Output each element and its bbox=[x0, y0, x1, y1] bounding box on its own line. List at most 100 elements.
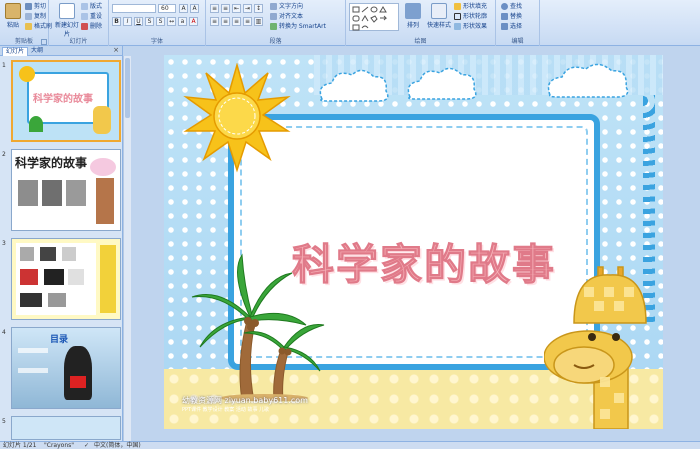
clipboard-launcher[interactable] bbox=[41, 39, 47, 45]
current-slide[interactable]: 科学家的故事 幼教资源网 ziyuan.baby611.com PPT课件 教学… bbox=[164, 55, 663, 429]
thumb-number: 5 bbox=[2, 418, 6, 425]
appliance-image bbox=[48, 293, 66, 307]
shapes-gallery[interactable] bbox=[349, 3, 399, 31]
footer-subtitle: PPT课件 教学设计 教案 活动 故事 儿歌 bbox=[182, 407, 270, 413]
slide-thumbnail-2[interactable]: 科学家的故事 bbox=[11, 149, 121, 231]
copy-icon bbox=[25, 13, 32, 20]
slide-thumbnail-1[interactable]: 科学家的故事 bbox=[11, 60, 121, 142]
increase-indent-button[interactable]: ⇥ bbox=[243, 4, 252, 13]
slide-thumbnail-4[interactable]: 目录 bbox=[11, 327, 121, 409]
slides-pane: 幻灯片 大纲 × 1 科学家的故事 2 科学家的故事 3 4 目录 5 bbox=[0, 46, 123, 441]
text-direction-icon bbox=[270, 3, 277, 10]
grow-font-button[interactable]: A bbox=[179, 4, 188, 13]
delete-icon bbox=[81, 23, 88, 30]
figure-image bbox=[96, 178, 114, 224]
shape-fill-button[interactable]: 形状填充 bbox=[454, 2, 487, 11]
delete-slide-button[interactable]: 删除 bbox=[81, 22, 102, 31]
portrait-image bbox=[66, 180, 86, 206]
select-icon bbox=[501, 23, 508, 30]
paste-button[interactable]: 粘贴 bbox=[2, 3, 24, 29]
thumb-number: 2 bbox=[2, 151, 6, 158]
slide-count-status: 幻灯片 1/21 bbox=[3, 442, 37, 449]
shadow-button[interactable]: S bbox=[156, 17, 165, 26]
shape-effects-button[interactable]: 形状效果 bbox=[454, 22, 487, 31]
drawing-group: 排列 快速样式 形状填充 形状轮廓 形状效果 绘图 bbox=[346, 0, 496, 46]
change-case-button[interactable]: a bbox=[178, 17, 187, 26]
mickey-shorts bbox=[70, 376, 86, 388]
giraffe-icon bbox=[544, 266, 647, 429]
find-button[interactable]: 查找 bbox=[501, 2, 522, 11]
effects-icon bbox=[454, 23, 461, 30]
reset-icon bbox=[81, 13, 88, 20]
scissors-icon bbox=[25, 3, 32, 10]
speech-bubble-image bbox=[90, 158, 116, 176]
smartart-button[interactable]: 转换为 SmartArt bbox=[270, 22, 326, 31]
appliance-image bbox=[20, 247, 34, 261]
select-button[interactable]: 选择 bbox=[501, 22, 522, 31]
thumb-title: 科学家的故事 bbox=[33, 94, 93, 105]
new-slide-button[interactable]: 新建幻灯片 bbox=[54, 3, 80, 38]
copy-button[interactable]: 复制 bbox=[25, 12, 46, 21]
arrange-button[interactable]: 排列 bbox=[404, 3, 422, 29]
sun-icon bbox=[183, 63, 291, 173]
font-color-button[interactable]: A bbox=[189, 17, 198, 26]
shape-outline-button[interactable]: 形状轮廓 bbox=[454, 12, 487, 21]
status-bar: 幻灯片 1/21 "Crayons" ✓ 中文(简体，中国) bbox=[0, 441, 700, 449]
align-text-button[interactable]: 对齐文本 bbox=[270, 12, 303, 21]
fill-icon bbox=[454, 3, 461, 10]
tab-outline[interactable]: 大纲 bbox=[28, 47, 46, 56]
appliance-image bbox=[68, 269, 84, 285]
underline-button[interactable]: U bbox=[134, 17, 143, 26]
group-label-font: 字体 bbox=[150, 38, 163, 45]
text-direction-button[interactable]: 文字方向 bbox=[270, 2, 303, 11]
italic-button[interactable]: I bbox=[123, 17, 132, 26]
layout-button[interactable]: 版式 bbox=[81, 2, 102, 11]
outline-icon bbox=[454, 13, 461, 20]
format-painter-button[interactable]: 格式刷 bbox=[25, 22, 52, 31]
decrease-indent-button[interactable]: ⇤ bbox=[232, 4, 241, 13]
slide-thumbnail-5[interactable] bbox=[11, 416, 121, 440]
reset-button[interactable]: 重设 bbox=[81, 12, 102, 21]
new-slide-icon bbox=[59, 3, 75, 19]
bullets-button[interactable]: ≡ bbox=[210, 4, 219, 13]
columns-button[interactable]: ▥ bbox=[254, 17, 263, 26]
arrange-icon bbox=[405, 3, 421, 19]
numbering-button[interactable]: ≡ bbox=[221, 4, 230, 13]
spellcheck-icon[interactable]: ✓ bbox=[84, 442, 89, 449]
sun-icon bbox=[19, 66, 35, 82]
slide-thumbnail-3[interactable] bbox=[11, 238, 121, 320]
find-icon bbox=[501, 3, 508, 10]
mickey-image bbox=[64, 346, 92, 400]
font-name-select[interactable] bbox=[112, 4, 156, 13]
smartart-icon bbox=[270, 23, 277, 30]
group-label-drawing: 绘图 bbox=[414, 38, 427, 45]
language-status: 中文(简体，中国) bbox=[94, 442, 141, 449]
portrait-image bbox=[42, 180, 62, 206]
justify-button[interactable]: ≡ bbox=[243, 17, 252, 26]
align-left-button[interactable]: ≡ bbox=[210, 17, 219, 26]
appliance-image bbox=[62, 247, 76, 261]
replace-button[interactable]: 替换 bbox=[501, 12, 522, 21]
shrink-font-button[interactable]: A bbox=[190, 4, 199, 13]
cut-button[interactable]: 剪切 bbox=[25, 2, 46, 11]
brush-icon bbox=[25, 23, 32, 30]
line-spacing-button[interactable]: ↕ bbox=[254, 4, 263, 13]
align-center-button[interactable]: ≡ bbox=[221, 17, 230, 26]
group-label-slides: 幻灯片 bbox=[69, 38, 88, 45]
tab-slides[interactable]: 幻灯片 bbox=[2, 47, 29, 56]
strikethrough-button[interactable]: S bbox=[145, 17, 154, 26]
slide-editor: 科学家的故事 幼教资源网 ziyuan.baby611.com PPT课件 教学… bbox=[131, 46, 700, 441]
bold-button[interactable]: B bbox=[112, 17, 121, 26]
footer-url: 幼教资源网 ziyuan.baby611.com bbox=[182, 396, 308, 405]
menu-line bbox=[18, 348, 48, 353]
quick-styles-button[interactable]: 快速样式 bbox=[426, 3, 452, 29]
font-size-select[interactable]: 60 bbox=[158, 4, 176, 13]
align-right-button[interactable]: ≡ bbox=[232, 17, 241, 26]
appliance-image bbox=[20, 269, 38, 285]
quick-styles-icon bbox=[431, 3, 447, 19]
char-spacing-button[interactable]: ↔ bbox=[167, 17, 176, 26]
scrollbar-thumb[interactable] bbox=[125, 58, 130, 118]
pane-scrollbar[interactable] bbox=[123, 56, 131, 441]
close-icon[interactable]: × bbox=[113, 46, 119, 54]
ribbon: 粘贴 剪切 复制 格式刷 剪贴板 新建幻灯片 版式 重设 删除 幻灯片 60 A… bbox=[0, 0, 700, 46]
